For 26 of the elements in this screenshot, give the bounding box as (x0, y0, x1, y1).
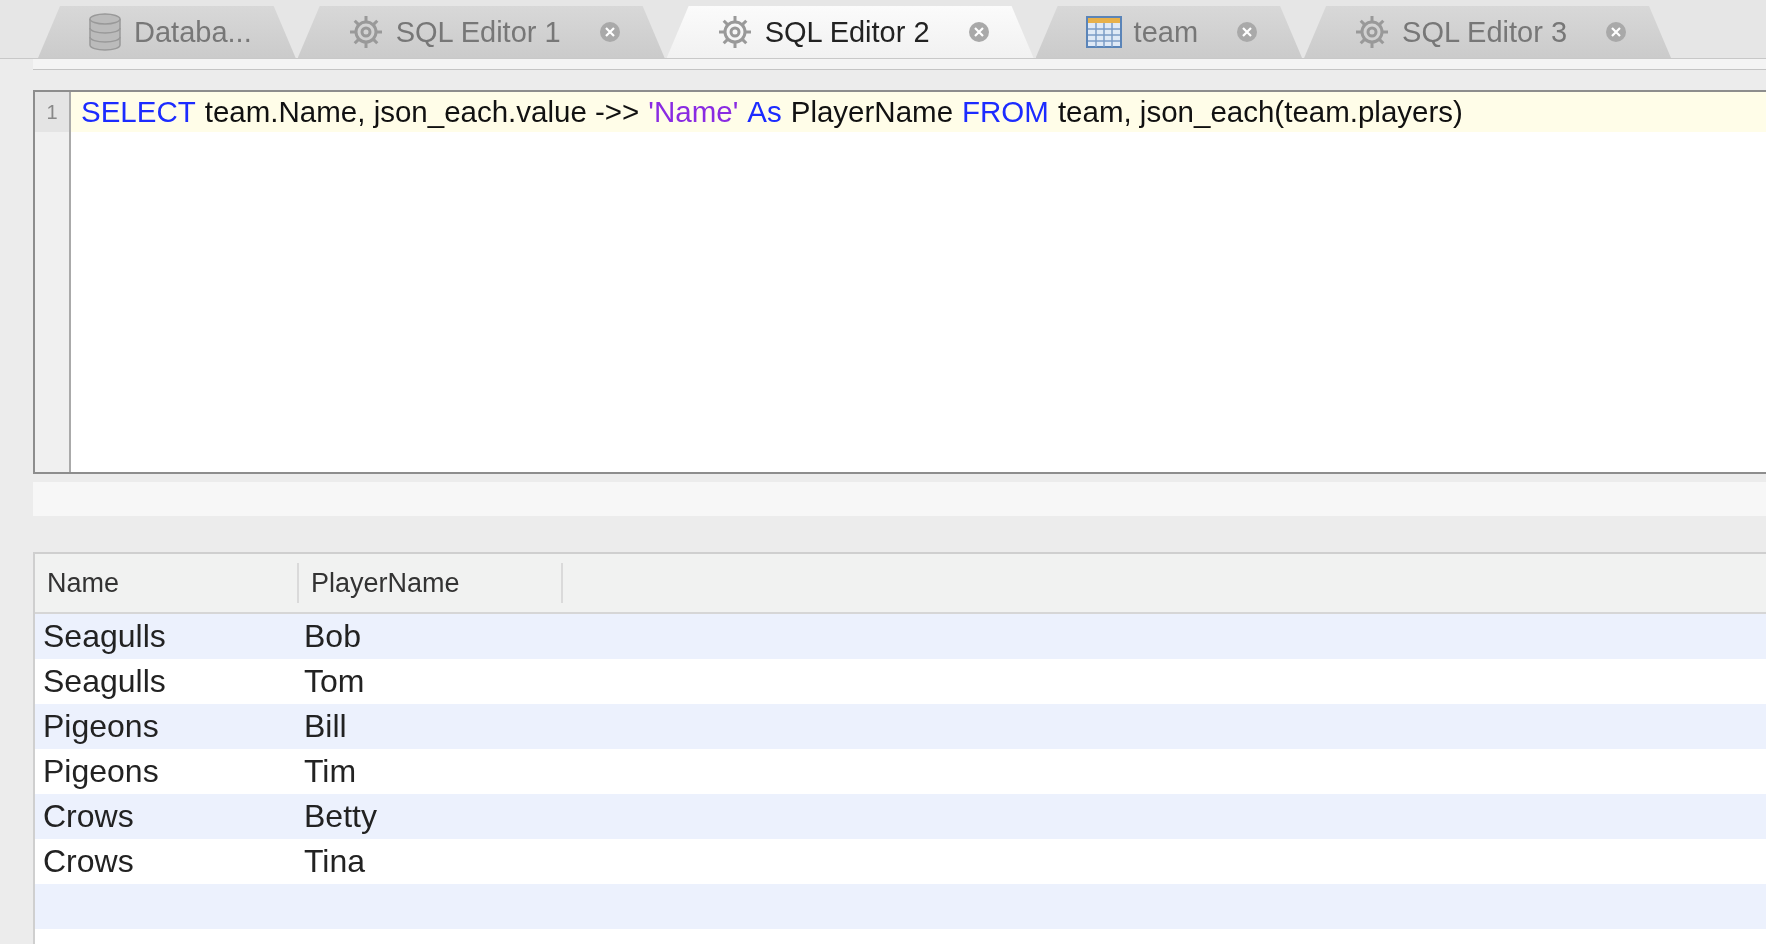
code-editor[interactable]: 1 SELECT team.Name, json_each.value ->> 'Name' As PlayerName FROM team, json_each(team.players) (33, 90, 1766, 474)
gear-icon (1354, 14, 1391, 50)
table-cell-text: Crows (42, 843, 135, 880)
table-cell-text: Bob (303, 618, 362, 655)
close-icon[interactable] (598, 21, 621, 43)
close-icon[interactable] (1605, 21, 1628, 43)
column-header[interactable]: PlayerName (299, 563, 563, 603)
table-cell-text: Seagulls (42, 618, 167, 655)
table-cell-text: Betty (303, 798, 378, 835)
table-cell-text: Seagulls (42, 663, 167, 700)
gear-icon (347, 14, 384, 50)
line-number: 1 (35, 92, 69, 132)
table-grid-icon (1085, 16, 1122, 48)
table-cell-text: Pigeons (42, 753, 160, 790)
close-icon[interactable] (967, 21, 990, 43)
database-icon (88, 13, 122, 51)
table-cell-text: Pigeons (42, 708, 160, 745)
tab[interactable]: SQL Editor 2 (666, 6, 1034, 58)
table-cell-text: Tina (303, 843, 367, 880)
table-cell-text: Tim (303, 753, 358, 790)
table-cell-text: Crows (42, 798, 135, 835)
column-header[interactable]: Name (35, 563, 299, 603)
table-cell-text: Tom (303, 663, 366, 700)
table-cell-text: Bill (303, 708, 348, 745)
gear-icon (716, 14, 753, 50)
close-icon[interactable] (1236, 21, 1259, 43)
